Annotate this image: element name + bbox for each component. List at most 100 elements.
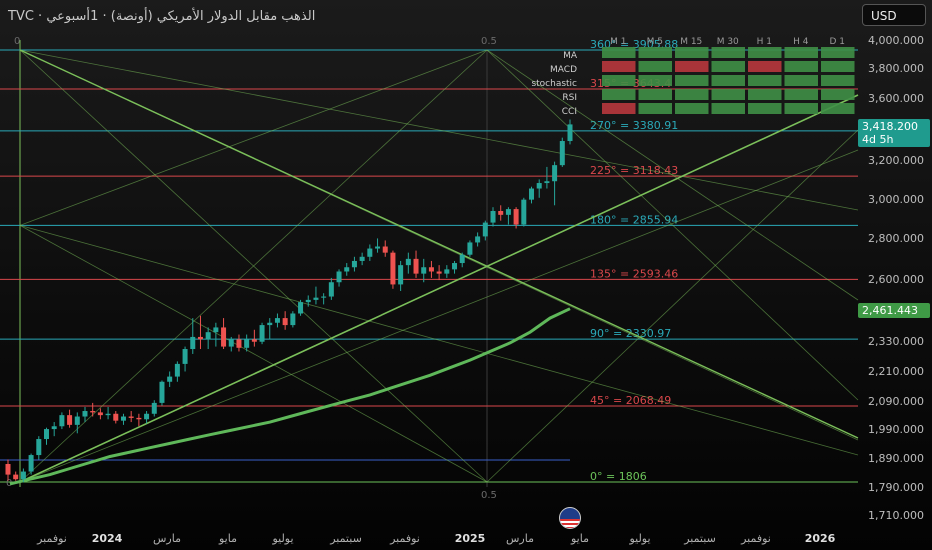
x-tick-label: مارس <box>153 532 181 545</box>
candle-body <box>321 296 327 298</box>
ma-price-value: 2,461.443 <box>862 304 918 317</box>
bar-countdown: 4d 5h <box>862 133 894 146</box>
candle-body <box>398 265 404 285</box>
candle-body <box>74 416 80 425</box>
y-tick-label: 2,600.000 <box>868 273 924 286</box>
indicator-timeframe-header: H 4 <box>793 37 809 47</box>
gann-diagonal-line <box>19 149 859 483</box>
x-tick-label: 2024 <box>92 532 123 545</box>
candle-body <box>298 302 304 314</box>
candle-body <box>97 412 103 416</box>
gann-diagonal-line <box>486 129 859 483</box>
indicator-signal-cell <box>784 61 818 72</box>
y-tick-label: 3,800.000 <box>868 62 924 75</box>
indicator-signal-cell <box>821 103 855 114</box>
y-tick-label: 2,210.000 <box>868 365 924 378</box>
indicator-signal-cell <box>711 89 745 100</box>
indicator-signal-cell <box>748 75 782 86</box>
indicator-signal-cell <box>784 89 818 100</box>
candle-body <box>182 349 188 364</box>
y-tick-label: 1,890.000 <box>868 452 924 465</box>
candle-body <box>498 211 504 215</box>
candle-body <box>552 165 558 182</box>
candle-body <box>328 282 334 297</box>
gann-box-label: 0 <box>14 36 20 47</box>
indicator-timeframe-header: M 30 <box>717 37 739 47</box>
x-tick-label: يوليو <box>628 532 650 545</box>
indicator-signal-cell <box>675 89 709 100</box>
candle-body <box>413 258 419 274</box>
candle-body <box>113 413 119 421</box>
indicator-signal-cell <box>602 75 636 86</box>
candle-body <box>344 267 350 272</box>
indicator-signal-cell <box>784 103 818 114</box>
candle-body <box>128 416 134 418</box>
candle-body <box>221 327 227 347</box>
indicator-signal-cell <box>784 47 818 58</box>
candle-body <box>197 336 203 340</box>
candle-body <box>390 252 396 285</box>
x-tick-label: مارس <box>506 532 534 545</box>
x-tick-label: نوفمبر <box>36 532 67 545</box>
candle-body <box>20 471 26 480</box>
indicator-signal-cell <box>821 61 855 72</box>
candle-body <box>67 415 73 425</box>
indicator-signal-cell <box>711 75 745 86</box>
indicator-signal-cell <box>602 61 636 72</box>
gann-box-label: 0.5 <box>481 36 497 47</box>
x-tick-label: سبتمبر <box>329 532 362 545</box>
y-tick-label: 1,790.000 <box>868 481 924 494</box>
y-tick-label: 3,200.000 <box>868 154 924 167</box>
candle-body <box>144 413 150 420</box>
ma-price-tag: 2,461.443 <box>858 303 930 318</box>
candle-body <box>405 258 411 266</box>
y-tick-label: 3,000.000 <box>868 193 924 206</box>
currency-button[interactable]: USD <box>862 4 926 26</box>
y-tick-label: 1,990.000 <box>868 423 924 436</box>
x-tick-label: مايو <box>218 532 237 545</box>
candle-body <box>375 246 381 249</box>
x-tick-label: يوليو <box>271 532 293 545</box>
indicator-signal-cell <box>638 61 672 72</box>
gann-level-label: 225° = 3118.43 <box>590 164 678 177</box>
candle-body <box>82 411 88 417</box>
indicator-signal-cell <box>602 47 636 58</box>
candle-body <box>174 363 180 377</box>
candle-body <box>167 376 173 382</box>
gann-level-label: 0° = 1806 <box>590 470 647 483</box>
candle-body <box>452 263 458 270</box>
indicator-timeframe-header: M 15 <box>680 37 702 47</box>
indicator-signal-cell <box>821 47 855 58</box>
candle-body <box>236 339 242 348</box>
candle-body <box>482 222 488 237</box>
candle-body <box>136 417 142 420</box>
candle-body <box>536 183 542 189</box>
candle-body <box>213 327 219 333</box>
gann-box-label: 0.5 <box>481 490 497 501</box>
x-tick-label: 2026 <box>805 532 836 545</box>
gann-level-label: 180° = 2855.94 <box>590 213 678 226</box>
indicator-signal-cell <box>638 89 672 100</box>
candle-body <box>244 339 250 348</box>
candle-body <box>367 248 373 257</box>
y-tick-label: 2,090.000 <box>868 395 924 408</box>
gann-level-label: 135° = 2593.46 <box>590 267 678 280</box>
candle-body <box>428 267 434 272</box>
candle-body <box>205 332 211 340</box>
chart-canvas[interactable]: 4,000.0003,800.0003,600.0003,400.0003,20… <box>0 0 932 550</box>
us-flag-icon[interactable] <box>559 507 581 529</box>
candle-body <box>529 188 535 200</box>
indicator-row-label: RSI <box>562 93 577 103</box>
y-tick-label: 3,600.000 <box>868 92 924 105</box>
candle-body <box>43 429 49 440</box>
indicator-signal-cell <box>711 61 745 72</box>
gann-level-label: 270° = 3380.91 <box>590 119 678 132</box>
indicator-timeframe-header: H 1 <box>757 37 772 47</box>
indicator-signal-cell <box>638 75 672 86</box>
candle-body <box>351 260 357 268</box>
candle-body <box>475 236 481 243</box>
x-tick-label: نوفمبر <box>740 532 771 545</box>
indicator-signal-cell <box>675 47 709 58</box>
candle-body <box>521 199 527 225</box>
candle-body <box>567 124 573 142</box>
